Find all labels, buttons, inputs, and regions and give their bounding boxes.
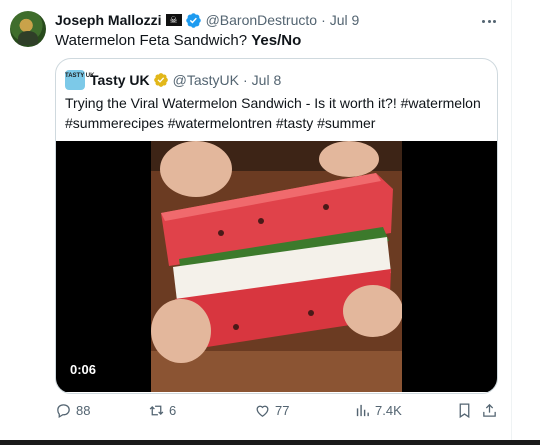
- tweet-text: Watermelon Feta Sandwich? Yes/No: [55, 31, 301, 51]
- share-button[interactable]: [481, 400, 498, 420]
- tweet-text-bold: Yes/No: [251, 32, 302, 49]
- tweet-timestamp[interactable]: Jul 9: [330, 12, 360, 28]
- video-player[interactable]: 0:06: [56, 141, 497, 392]
- repost-button[interactable]: 6: [148, 400, 176, 420]
- like-button[interactable]: 77: [254, 400, 289, 420]
- bottom-bar: [0, 440, 540, 445]
- quote-text-line-2: #summerecipes #watermelontren #tasty #su…: [65, 115, 376, 131]
- repost-count: 6: [169, 402, 177, 418]
- quote-text-line-1: Trying the Viral Watermelon Sandwich - I…: [65, 95, 481, 111]
- reply-button[interactable]: 88: [55, 400, 90, 420]
- quote-author-name[interactable]: Tasty UK: [90, 72, 150, 88]
- quote-header: TASTY UK Tasty UK @TastyUK · Jul 8: [65, 70, 281, 90]
- reply-count: 88: [76, 402, 91, 418]
- bookmark-icon: [459, 402, 470, 418]
- gold-verified-badge-icon: [153, 73, 168, 87]
- separator-dot: ·: [321, 12, 326, 28]
- bookmark-button[interactable]: [456, 400, 473, 420]
- verified-badge-icon: [185, 12, 201, 28]
- more-options-icon[interactable]: [480, 12, 498, 30]
- quote-timestamp[interactable]: Jul 8: [252, 72, 282, 88]
- reply-icon: [57, 403, 70, 418]
- quote-author-handle[interactable]: @TastyUK: [173, 72, 239, 88]
- timeline-divider: [511, 0, 512, 440]
- quote-separator-dot: ·: [243, 72, 248, 88]
- view-count: 7.4K: [375, 402, 402, 418]
- heart-icon: [256, 405, 269, 417]
- quote-text: Trying the Viral Watermelon Sandwich - I…: [65, 93, 490, 133]
- author-avatar[interactable]: [10, 11, 46, 47]
- pirate-flag-icon: ☠: [165, 14, 182, 26]
- tweet-text-main: Watermelon Feta Sandwich?: [55, 32, 248, 49]
- author-name[interactable]: Joseph Mallozzi: [55, 12, 162, 28]
- tweet-header: Joseph Mallozzi ☠ @BaronDestructo · Jul …: [55, 10, 359, 30]
- quoted-tweet[interactable]: TASTY UK Tasty UK @TastyUK · Jul 8 Tryin…: [55, 58, 498, 394]
- views-button[interactable]: 7.4K: [354, 400, 402, 420]
- video-duration: 0:06: [65, 359, 102, 381]
- author-handle[interactable]: @BaronDestructo: [206, 12, 317, 28]
- tweet-actions: 88 6 77 7.4K: [55, 400, 500, 420]
- quote-avatar[interactable]: TASTY UK: [65, 70, 94, 90]
- views-chart-icon: [356, 404, 369, 416]
- video-thumbnail: [151, 141, 402, 392]
- share-icon: [483, 403, 496, 417]
- like-count: 77: [275, 402, 290, 418]
- repost-icon: [149, 405, 164, 415]
